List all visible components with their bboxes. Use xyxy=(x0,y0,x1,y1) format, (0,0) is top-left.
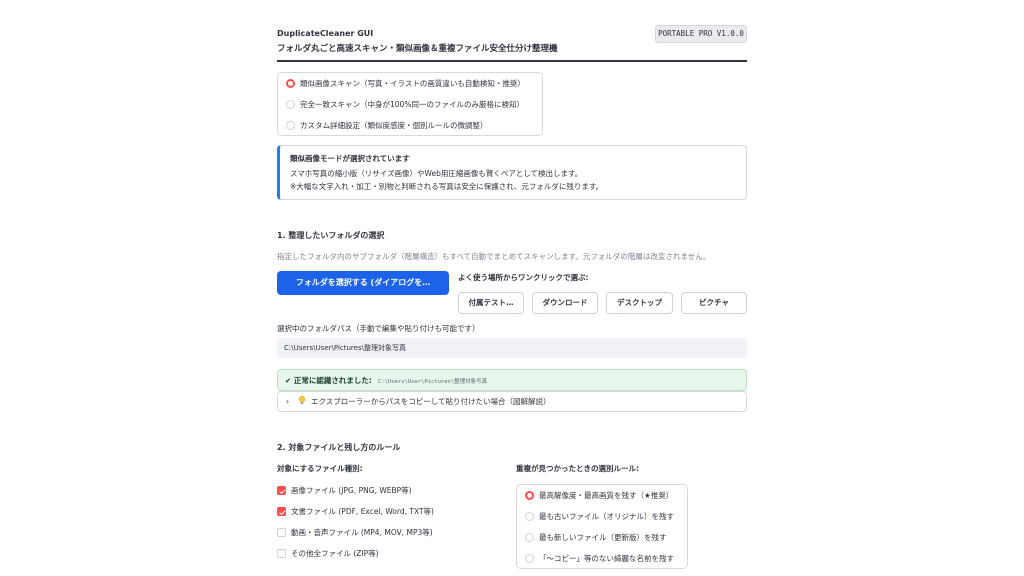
info-text: ※大幅な文字入れ・加工・別物と判断される写真は安全に保護され、元フォルダに残りま… xyxy=(290,182,604,191)
rule-label: 「〜コピー」等のない綺麗な名前を残す xyxy=(539,554,674,563)
success-alert: ✔ 正常に認識されました: C:\Users\User\Pictures\整理対… xyxy=(277,369,747,391)
rule-label: 最も古いファイル（オリジナル）を残す xyxy=(539,512,674,521)
file-type-label: その他全ファイル (ZIP等) xyxy=(291,549,379,558)
radio-unselected-icon[interactable] xyxy=(525,512,534,521)
chevron-right-icon: › xyxy=(286,397,290,406)
checkbox-unchecked-icon[interactable] xyxy=(277,549,286,558)
checkbox-unchecked-icon[interactable] xyxy=(277,528,286,537)
scan-mode-radio-group: 類似画像スキャン（写真・イラストの画質違いも自動検知・推奨） 完全一致スキャン（… xyxy=(277,72,543,136)
quick-button-desktop[interactable]: デスクトップ xyxy=(606,292,673,314)
mode-info-callout: 類似画像モードが選択されています スマホ写真の縮小版（リサイズ画像）やWeb用圧… xyxy=(277,145,747,200)
header-divider xyxy=(277,60,747,62)
file-type-label: 動画・音声ファイル (MP4, MOV, MP3等) xyxy=(291,528,433,537)
select-folder-button[interactable]: フォルダを選択する (ダイアログを… xyxy=(277,271,449,295)
page-subtitle: フォルダ丸ごと高速スキャン・類似画像＆重複ファイル安全仕分け整理機 xyxy=(277,44,558,54)
lightbulb-icon xyxy=(298,396,305,405)
quick-button-downloads[interactable]: ダウンロード xyxy=(532,292,598,314)
quick-select-label: よく使う場所からワンクリックで選ぶ: xyxy=(458,273,589,282)
file-type-label: 文書ファイル (PDF, Excel, Word, TXT等) xyxy=(291,507,434,516)
scan-mode-option-exact[interactable]: 完全一致スキャン（中身が100%同一のファイルのみ厳格に検知） xyxy=(286,99,524,110)
selection-rule-label: 重複が見つかったときの選別ルール: xyxy=(516,464,639,473)
rule-option-oldest[interactable]: 最も古いファイル（オリジナル）を残す xyxy=(525,511,674,522)
success-text: ✔ 正常に認識されました: xyxy=(285,376,372,385)
scan-mode-option-similar[interactable]: 類似画像スキャン（写真・イラストの画質違いも自動検知・推奨） xyxy=(286,78,525,89)
app-title: DuplicateCleaner GUI xyxy=(277,29,374,38)
radio-unselected-icon[interactable] xyxy=(525,533,534,542)
scan-mode-option-custom[interactable]: カスタム詳細設定（類似度感度・個別ルールの微調整） xyxy=(286,120,488,131)
rule-label: 最高解像度・最高画質を残す（★推奨） xyxy=(539,491,674,500)
file-types-label: 対象にするファイル種別: xyxy=(277,464,363,473)
section-title-folder: 1. 整理したいフォルダの選択 xyxy=(277,231,385,240)
file-type-images[interactable]: 画像ファイル (JPG, PNG, WEBP等) xyxy=(277,485,412,496)
path-help-expander[interactable]: › エクスプローラーからパスをコピーして貼り付けたい場合（図解解説） xyxy=(277,391,747,412)
checkbox-checked-icon[interactable] xyxy=(277,507,286,516)
scan-mode-label: 類似画像スキャン（写真・イラストの画質違いも自動検知・推奨） xyxy=(300,79,525,88)
section-title-rules: 2. 対象ファイルと残し方のルール xyxy=(277,443,401,452)
radio-selected-icon[interactable] xyxy=(525,491,534,500)
file-type-media[interactable]: 動画・音声ファイル (MP4, MOV, MP3等) xyxy=(277,527,433,538)
quick-button-test[interactable]: 付属テスト… xyxy=(458,292,524,314)
scan-mode-label: カスタム詳細設定（類似度感度・個別ルールの微調整） xyxy=(300,121,488,130)
success-path: C:\Users\User\Pictures\整理対象写真 xyxy=(378,379,488,385)
folder-path-input[interactable]: C:\Users\User\Pictures\整理対象写真 xyxy=(277,338,747,358)
info-title: 類似画像モードが選択されています xyxy=(290,154,410,163)
quick-button-pictures[interactable]: ピクチャ xyxy=(681,292,747,314)
rule-option-clean-name[interactable]: 「〜コピー」等のない綺麗な名前を残す xyxy=(525,553,674,564)
scan-mode-label: 完全一致スキャン（中身が100%同一のファイルのみ厳格に検知） xyxy=(300,100,524,109)
info-text: スマホ写真の縮小版（リサイズ画像）やWeb用圧縮画像も賢くペアとして検出します。 xyxy=(290,169,583,178)
radio-unselected-icon[interactable] xyxy=(286,121,295,130)
checkbox-checked-icon[interactable] xyxy=(277,486,286,495)
radio-unselected-icon[interactable] xyxy=(525,554,534,563)
rule-label: 最も新しいファイル（更新版）を残す xyxy=(539,533,667,542)
rule-option-newest[interactable]: 最も新しいファイル（更新版）を残す xyxy=(525,532,667,543)
version-badge: PORTABLE PRO V1.0.0 xyxy=(655,25,747,43)
radio-selected-icon[interactable] xyxy=(286,79,295,88)
path-input-label: 選択中のフォルダパス（手動で編集や貼り付けも可能です） xyxy=(277,324,480,333)
rule-option-highest-quality[interactable]: 最高解像度・最高画質を残す（★推奨） xyxy=(525,490,673,501)
file-type-documents[interactable]: 文書ファイル (PDF, Excel, Word, TXT等) xyxy=(277,506,434,517)
file-type-label: 画像ファイル (JPG, PNG, WEBP等) xyxy=(291,486,412,495)
section-caption: 指定したフォルダ内のサブフォルダ（階層構造）もすべて自動でまとめてスキャンします… xyxy=(277,252,711,261)
selection-rule-radio-group: 最高解像度・最高画質を残す（★推奨） 最も古いファイル（オリジナル）を残す 最も… xyxy=(516,484,688,569)
expander-label: エクスプローラーからパスをコピーして貼り付けたい場合（図解解説） xyxy=(310,397,551,406)
file-type-other[interactable]: その他全ファイル (ZIP等) xyxy=(277,548,379,559)
radio-unselected-icon[interactable] xyxy=(286,100,295,109)
